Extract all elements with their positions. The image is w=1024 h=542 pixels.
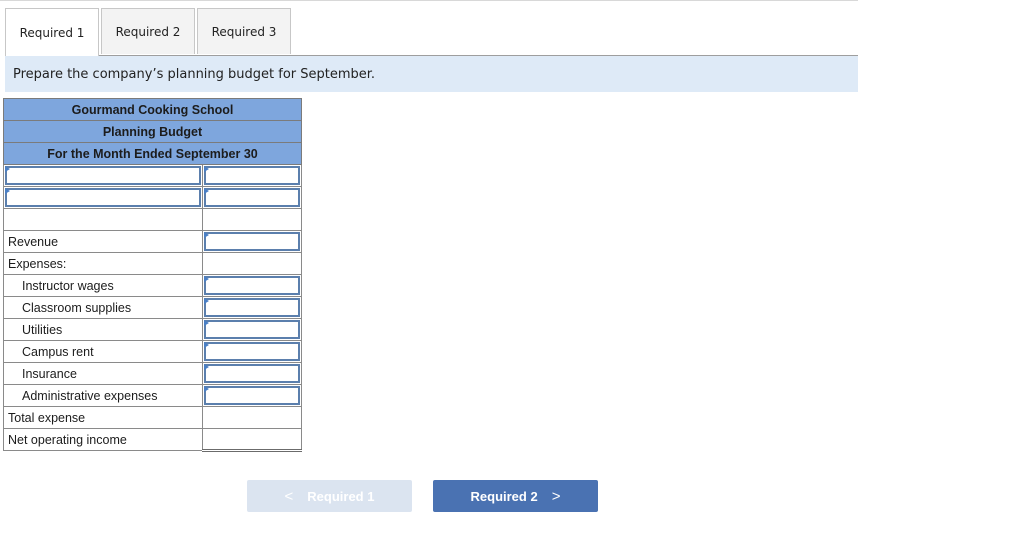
row-label: Net operating income <box>2 428 204 451</box>
blank-value-cell <box>202 252 302 275</box>
activity-label-input[interactable] <box>2 164 204 187</box>
top-divider <box>0 0 858 1</box>
planning-budget-table: Gourmand Cooking School Planning Budget … <box>2 98 302 452</box>
chevron-right-icon: > <box>551 487 561 505</box>
table-row: Revenue <box>2 230 302 253</box>
tab-required-3[interactable]: Required 3 <box>197 8 291 54</box>
activity-label-input[interactable] <box>2 186 204 209</box>
next-button-label: Required 2 <box>470 488 538 504</box>
insurance-input[interactable] <box>202 362 302 385</box>
table-row: Instructor wages <box>2 274 302 297</box>
tab-required-1[interactable]: Required 1 <box>5 8 99 56</box>
table-row: Classroom supplies <box>2 296 302 319</box>
total-expense-value <box>202 406 302 429</box>
blank-label-cell <box>2 208 204 231</box>
row-label: Insurance <box>2 362 204 385</box>
budget-title-header: Planning Budget <box>3 120 302 143</box>
dropdown-marker-icon <box>204 188 210 194</box>
dropdown-marker-icon <box>5 166 10 172</box>
tab-required-2[interactable]: Required 2 <box>101 8 195 54</box>
dropdown-marker-icon <box>5 188 10 194</box>
row-label: Total expense <box>2 406 204 429</box>
dropdown-marker-icon <box>204 320 210 326</box>
previous-required-button[interactable]: < Required 1 <box>247 480 412 512</box>
instruction-text: Prepare the company’s planning budget fo… <box>13 66 376 82</box>
campus-rent-input[interactable] <box>202 340 302 363</box>
dropdown-marker-icon <box>204 386 210 392</box>
chevron-left-icon: < <box>284 487 294 505</box>
table-row: Expenses: <box>2 252 302 275</box>
row-label: Instructor wages <box>2 274 204 297</box>
dropdown-marker-icon <box>204 276 210 282</box>
blank-value-cell <box>202 208 302 231</box>
instruction-banner: Prepare the company’s planning budget fo… <box>5 56 858 92</box>
table-row: Insurance <box>2 362 302 385</box>
table-row: Administrative expenses <box>2 384 302 407</box>
activity-value-input[interactable] <box>202 164 302 187</box>
dropdown-marker-icon <box>204 166 210 172</box>
row-label: Classroom supplies <box>2 296 204 319</box>
utilities-input[interactable] <box>202 318 302 341</box>
table-row: Utilities <box>2 318 302 341</box>
activity-value-input[interactable] <box>202 186 302 209</box>
row-label: Expenses: <box>2 252 204 275</box>
row-label: Administrative expenses <box>2 384 204 407</box>
instructor-wages-input[interactable] <box>202 274 302 297</box>
administrative-expenses-input[interactable] <box>202 384 302 407</box>
budget-period-header: For the Month Ended September 30 <box>3 142 302 165</box>
table-row <box>2 186 302 209</box>
dropdown-marker-icon <box>204 232 210 238</box>
row-label: Campus rent <box>2 340 204 363</box>
row-label: Revenue <box>2 230 204 253</box>
revenue-input[interactable] <box>202 230 302 253</box>
table-row: Campus rent <box>2 340 302 363</box>
table-row <box>2 164 302 187</box>
classroom-supplies-input[interactable] <box>202 296 302 319</box>
next-required-button[interactable]: Required 2 > <box>433 480 598 512</box>
dropdown-marker-icon <box>204 298 210 304</box>
table-row: Total expense <box>2 406 302 429</box>
table-row: Net operating income <box>2 428 302 452</box>
dropdown-marker-icon <box>204 364 210 370</box>
company-name-header: Gourmand Cooking School <box>3 98 302 121</box>
dropdown-marker-icon <box>204 342 210 348</box>
tab-bar: Required 1 Required 2 Required 3 <box>5 8 293 56</box>
previous-button-label: Required 1 <box>307 488 375 504</box>
row-label: Utilities <box>2 318 204 341</box>
net-operating-income-value <box>202 428 302 452</box>
table-row <box>2 208 302 231</box>
